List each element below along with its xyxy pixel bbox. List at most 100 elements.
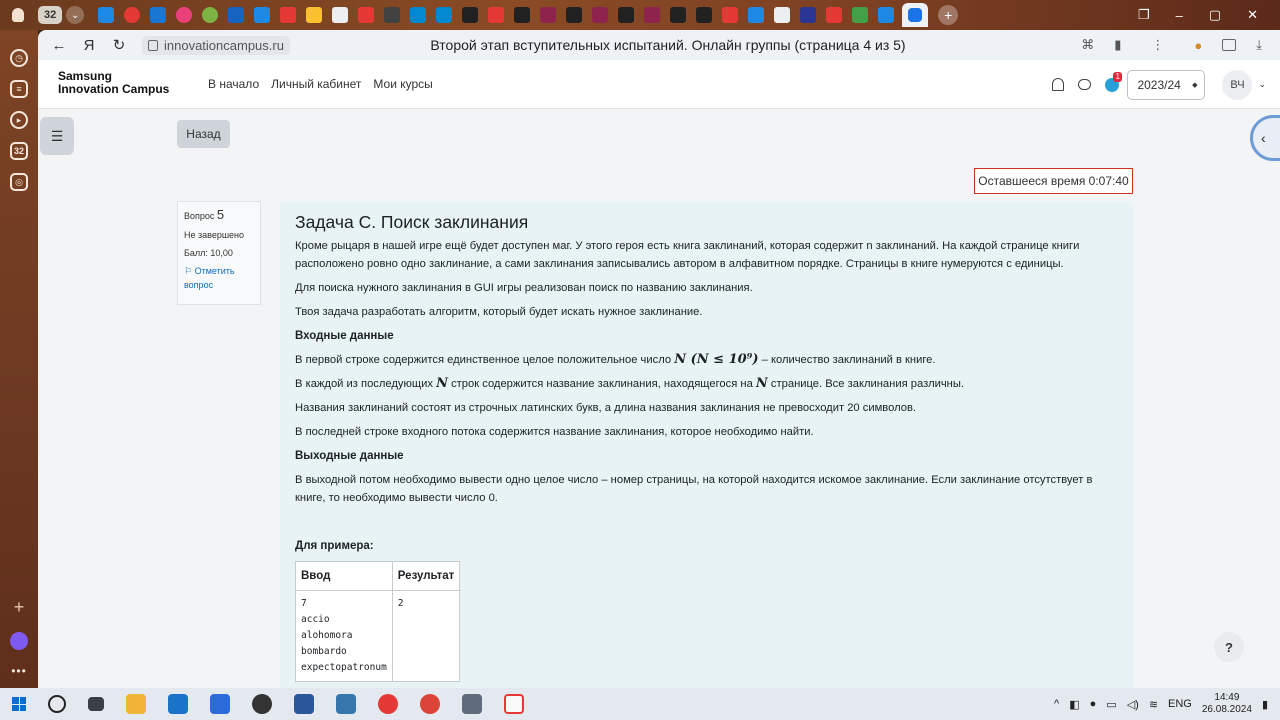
help-button[interactable]: ?: [1214, 632, 1244, 662]
tab-favicon[interactable]: [384, 7, 401, 23]
tab-favicon[interactable]: [566, 7, 583, 23]
microphone-icon[interactable]: ●: [1090, 698, 1097, 710]
tab-favicon[interactable]: [462, 7, 479, 23]
tab-favicon[interactable]: [202, 7, 219, 23]
close-icon[interactable]: ✕: [1247, 7, 1258, 23]
tab-favicon[interactable]: [436, 7, 453, 23]
mail-icon[interactable]: [168, 694, 188, 714]
screenshot-icon[interactable]: ◎: [10, 173, 28, 191]
search-icon[interactable]: [48, 695, 66, 713]
tab-favicon[interactable]: [618, 7, 635, 23]
profile-icon[interactable]: [0, 0, 36, 30]
active-tab[interactable]: [902, 3, 929, 27]
file-explorer-icon[interactable]: [126, 694, 146, 714]
tab-favicon[interactable]: [488, 7, 505, 23]
tab-favicon[interactable]: [124, 7, 141, 23]
tab-favicon[interactable]: [670, 7, 687, 23]
language-indicator[interactable]: ENG: [1168, 698, 1192, 710]
tab-favicon[interactable]: [514, 7, 531, 23]
tab-favicon[interactable]: [150, 7, 167, 23]
messages-icon[interactable]: [1078, 79, 1092, 90]
more-icon[interactable]: •••: [11, 664, 27, 678]
tab-favicon[interactable]: [228, 7, 245, 23]
tab-manager-icon[interactable]: [1222, 39, 1237, 51]
tab-favicon[interactable]: [540, 7, 557, 23]
tab-favicon[interactable]: [800, 7, 817, 23]
year-select[interactable]: 2023/24 ◆: [1127, 69, 1206, 100]
site-logo[interactable]: Samsung Innovation Campus: [58, 70, 169, 96]
reload-icon[interactable]: ↻: [104, 30, 134, 60]
web-page: Samsung Innovation Campus В начало Личны…: [38, 60, 1280, 688]
tab-favicon[interactable]: [852, 7, 869, 23]
media-icon[interactable]: [252, 694, 272, 714]
notifications-bell-icon[interactable]: [1052, 78, 1065, 91]
calculator-icon[interactable]: [462, 694, 482, 714]
download-icon[interactable]: ⤓: [1256, 37, 1262, 53]
back-arrow-icon[interactable]: ←: [44, 30, 74, 60]
translate-icon[interactable]: ⌘: [1081, 37, 1094, 53]
tray-expand-icon[interactable]: ^: [1054, 698, 1059, 710]
nav-dashboard[interactable]: Личный кабинет: [271, 77, 361, 91]
clock[interactable]: 14:49 26.08.2024: [1202, 692, 1252, 716]
nav-my-courses[interactable]: Мои курсы: [373, 77, 432, 91]
tab-favicon[interactable]: [98, 7, 115, 23]
address-bar[interactable]: innovationcampus.ru: [142, 35, 290, 55]
telegram-icon[interactable]: 1: [1105, 71, 1122, 92]
tabs-count-icon[interactable]: 32: [10, 142, 28, 160]
user-avatar[interactable]: ВЧ: [1222, 69, 1253, 100]
wifi-icon[interactable]: ≋: [1149, 698, 1158, 711]
tab-favicon[interactable]: [774, 7, 791, 23]
clock-date: 26.08.2024: [1201, 704, 1252, 715]
task-view-icon[interactable]: [88, 697, 104, 711]
tab-collections-icon[interactable]: ❐: [1138, 7, 1150, 23]
tab-favicon[interactable]: [722, 7, 739, 23]
new-tab-icon[interactable]: +: [938, 5, 959, 25]
tab-favicon[interactable]: [358, 7, 375, 23]
assistant-icon[interactable]: [10, 632, 28, 650]
history-icon[interactable]: ◷: [10, 49, 28, 67]
tab-favicon[interactable]: [644, 7, 661, 23]
menu-dots-icon[interactable]: ⋮: [1151, 37, 1164, 53]
tray-app-icon[interactable]: ◧: [1069, 698, 1079, 711]
tab-count-badge[interactable]: 32: [38, 6, 63, 24]
python-icon[interactable]: [336, 694, 356, 714]
tab-list-dropdown-icon[interactable]: ⌄: [66, 6, 85, 24]
chrome-icon[interactable]: [420, 694, 440, 714]
tab-favicon[interactable]: [332, 7, 349, 23]
notification-center-icon[interactable]: ▮: [1262, 698, 1268, 711]
nav-home[interactable]: В начало: [208, 77, 259, 91]
add-panel-icon[interactable]: +: [14, 597, 25, 618]
math-formula: N: [436, 376, 448, 391]
yandex-icon[interactable]: [504, 694, 524, 714]
tab-favicon[interactable]: [826, 7, 843, 23]
tab-favicon[interactable]: [306, 7, 323, 23]
bookmark-icon[interactable]: ▮: [1114, 37, 1121, 53]
tab-favicon[interactable]: [176, 7, 193, 23]
restore-icon[interactable]: ▢: [1209, 7, 1221, 23]
user-menu-chevron-icon[interactable]: ⌄: [1258, 79, 1266, 90]
video-icon[interactable]: ▸: [10, 111, 28, 129]
flag-icon: ⚐: [184, 266, 193, 276]
extension-icon[interactable]: ●: [1194, 38, 1202, 53]
word-icon[interactable]: [294, 694, 314, 714]
yandex-browser-icon[interactable]: [378, 694, 398, 714]
tab-favicon[interactable]: [696, 7, 713, 23]
collections-icon[interactable]: ≡: [10, 80, 28, 98]
tab-favicon[interactable]: [748, 7, 765, 23]
right-drawer-toggle[interactable]: ‹: [1250, 115, 1280, 161]
tab-favicon[interactable]: [592, 7, 609, 23]
app-icon[interactable]: [210, 694, 230, 714]
logo-line-2: Innovation Campus: [58, 82, 170, 96]
tab-favicon[interactable]: [878, 7, 895, 23]
volume-icon[interactable]: ◁): [1127, 698, 1139, 711]
start-icon[interactable]: [12, 697, 26, 711]
battery-icon[interactable]: ▭: [1106, 698, 1116, 711]
yandex-icon[interactable]: Я: [74, 30, 104, 60]
course-index-toggle[interactable]: ☰: [40, 117, 74, 155]
flag-question-link[interactable]: ⚐ Отметить вопрос: [184, 264, 254, 292]
tab-favicon[interactable]: [410, 7, 427, 23]
minimize-icon[interactable]: –: [1176, 8, 1183, 23]
tab-favicon[interactable]: [280, 7, 297, 23]
back-button[interactable]: Назад: [177, 120, 230, 148]
tab-favicon[interactable]: [254, 7, 271, 23]
